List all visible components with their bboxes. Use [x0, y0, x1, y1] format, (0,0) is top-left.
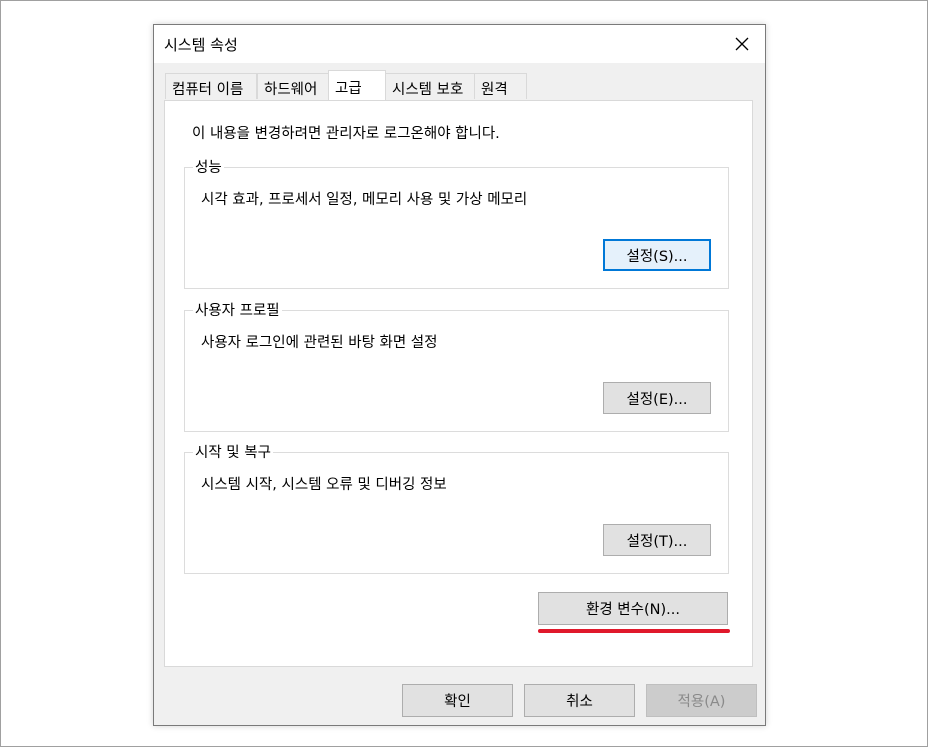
tab-label: 하드웨어 [264, 82, 318, 98]
advanced-tab-panel: 이 내용을 변경하려면 관리자로 로그온해야 합니다. 성능 시각 효과, 프로… [164, 100, 753, 667]
tab-system-protection[interactable]: 시스템 보호 [385, 73, 475, 99]
apply-button[interactable]: 적용(A) [646, 684, 757, 717]
cancel-button[interactable]: 취소 [524, 684, 635, 717]
env-button-highlight [538, 629, 730, 633]
user-profiles-group-label: 사용자 프로필 [193, 299, 282, 320]
user-profiles-description: 사용자 로그인에 관련된 바탕 화면 설정 [201, 335, 438, 351]
tab-label: 고급 [335, 81, 362, 97]
window-title: 시스템 속성 [164, 36, 238, 54]
performance-group: 성능 시각 효과, 프로세서 일정, 메모리 사용 및 가상 메모리 설정(S)… [184, 156, 729, 289]
ok-button[interactable]: 확인 [402, 684, 513, 717]
user-profiles-settings-button[interactable]: 설정(E)... [603, 382, 711, 414]
tab-advanced[interactable]: 고급 [328, 70, 386, 100]
title-bar: 시스템 속성 [154, 25, 765, 63]
startup-recovery-group-label: 시작 및 복구 [193, 441, 273, 462]
system-properties-dialog: 시스템 속성 컴퓨터 이름 하드웨어 고급 시스템 보호 원격 이 내용을 변경… [153, 24, 766, 726]
user-profiles-group: 사용자 프로필 사용자 로그인에 관련된 바탕 화면 설정 설정(E)... [184, 299, 729, 432]
performance-group-label: 성능 [193, 156, 224, 177]
performance-settings-button[interactable]: 설정(S)... [603, 239, 711, 271]
environment-variables-button[interactable]: 환경 변수(N)... [538, 592, 728, 625]
admin-notice: 이 내용을 변경하려면 관리자로 로그온해야 합니다. [192, 126, 500, 142]
tab-hardware[interactable]: 하드웨어 [257, 73, 329, 99]
performance-description: 시각 효과, 프로세서 일정, 메모리 사용 및 가상 메모리 [201, 192, 528, 208]
tab-label: 컴퓨터 이름 [172, 82, 244, 98]
startup-recovery-settings-button[interactable]: 설정(T)... [603, 524, 711, 556]
close-icon [735, 37, 749, 51]
tab-remote[interactable]: 원격 [474, 73, 527, 99]
tab-label: 원격 [481, 82, 508, 98]
startup-recovery-description: 시스템 시작, 시스템 오류 및 디버깅 정보 [201, 477, 447, 493]
startup-recovery-group: 시작 및 복구 시스템 시작, 시스템 오류 및 디버깅 정보 설정(T)... [184, 441, 729, 574]
tab-computer-name[interactable]: 컴퓨터 이름 [165, 73, 257, 99]
close-button[interactable] [719, 25, 765, 63]
tab-label: 시스템 보호 [392, 82, 464, 98]
